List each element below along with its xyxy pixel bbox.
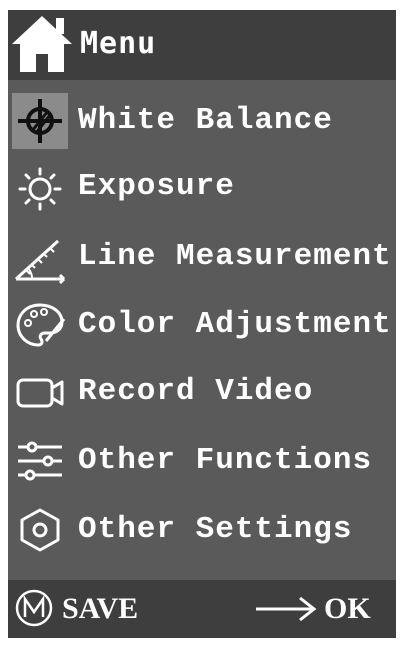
menu-item-label: White Balance (78, 103, 333, 138)
menu-footer: SAVE OK (8, 580, 396, 638)
video-camera-icon (12, 364, 68, 420)
ok-label[interactable]: OK (324, 590, 371, 628)
save-label[interactable]: SAVE (62, 590, 138, 628)
menu-item-line-measurement[interactable]: Line Measurement (8, 225, 396, 291)
menu-header: Menu (8, 10, 396, 80)
camera-menu-screen: Menu White Balance Exposure Line Measure… (8, 10, 396, 638)
menu-item-exposure[interactable]: Exposure (8, 155, 396, 221)
menu-item-label: Color Adjustment (78, 307, 392, 342)
menu-item-label: Other Settings (78, 512, 353, 547)
menu-item-label: Record Video (78, 374, 314, 409)
menu-title: Menu (80, 26, 157, 61)
menu-item-white-balance[interactable]: White Balance (8, 89, 396, 155)
menu-item-record-video[interactable]: Record Video (8, 360, 396, 426)
ruler-icon (12, 229, 68, 285)
menu-item-color-adjustment[interactable]: Color Adjustment (8, 293, 396, 359)
m-circle-icon[interactable] (14, 588, 54, 628)
right-arrow-icon[interactable] (254, 594, 318, 624)
menu-item-label: Line Measurement (78, 239, 392, 274)
sliders-icon (12, 433, 68, 489)
menu-item-other-settings[interactable]: Other Settings (8, 498, 396, 564)
menu-item-other-functions[interactable]: Other Functions (8, 429, 396, 495)
palette-icon (12, 297, 68, 353)
white-balance-icon (12, 93, 68, 149)
menu-item-label: Other Functions (78, 443, 373, 478)
sun-icon (12, 159, 68, 215)
menu-item-label: Exposure (78, 169, 235, 204)
hexagon-settings-icon (12, 502, 68, 558)
home-icon[interactable] (10, 12, 74, 74)
